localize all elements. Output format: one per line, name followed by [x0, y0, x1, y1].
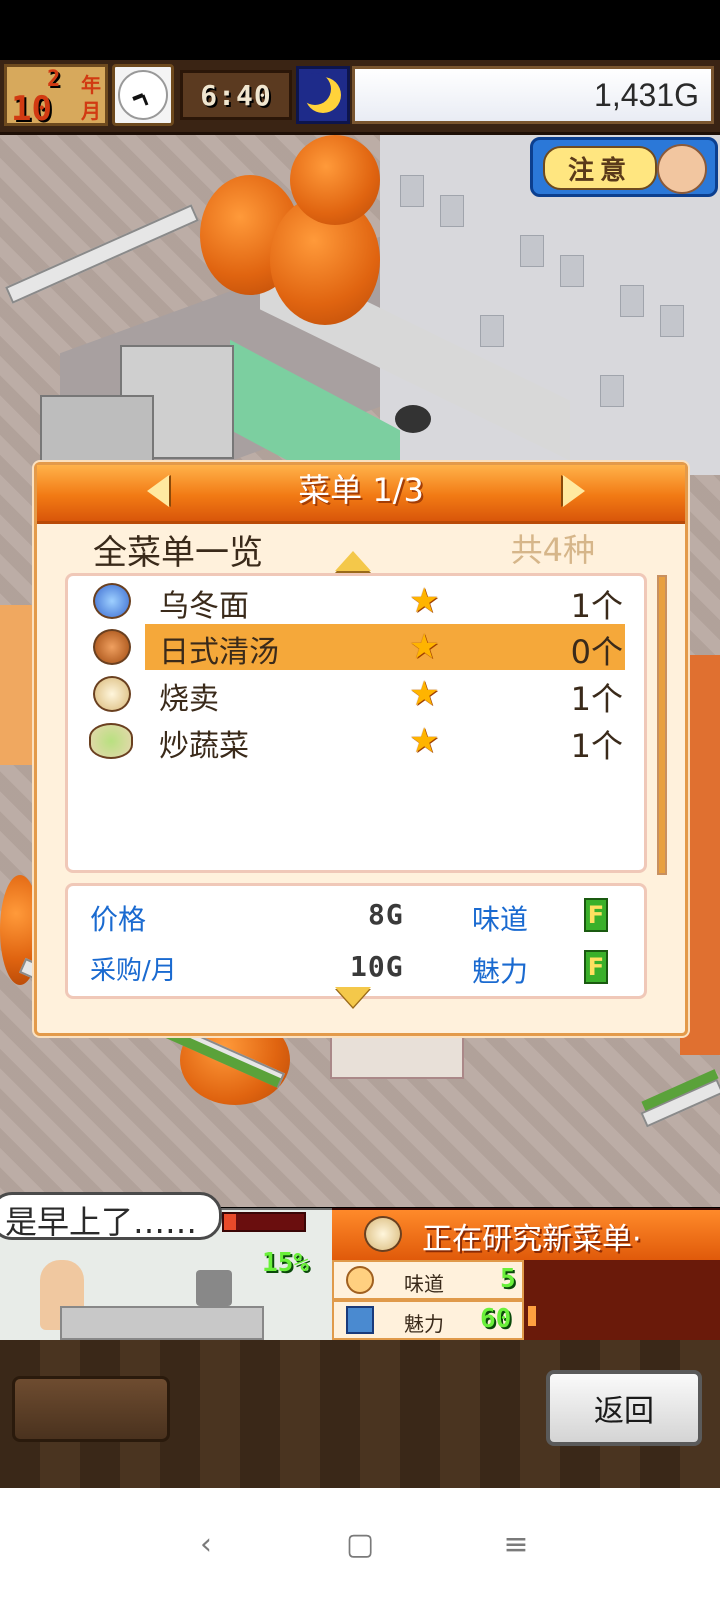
- dialog-header: 菜单 1/3: [37, 465, 685, 524]
- speech-bubble: 是早上了……: [0, 1192, 222, 1241]
- research-progress-percent: 15%: [262, 1248, 309, 1278]
- menu-item-row[interactable]: 乌冬面 ★ 1个: [93, 578, 653, 625]
- month-unit: 月: [81, 99, 101, 123]
- dish-quantity: 0个: [570, 633, 623, 671]
- star-icon: ★: [409, 627, 440, 667]
- charm-icon: [346, 1306, 374, 1334]
- star-icon: ★: [409, 674, 440, 714]
- purchase-value: 10G: [350, 950, 404, 983]
- shumai-icon: [93, 676, 131, 712]
- scrollbar[interactable]: [657, 575, 667, 875]
- charm-stat-label: 魅力: [404, 1312, 444, 1336]
- year-unit: 年: [81, 73, 101, 97]
- dish-name: 烧卖: [159, 682, 219, 717]
- menu-dialog: 菜单 1/3 全菜单一览 共4种 乌冬面 ★ 1个 日式清汤 ★ 0个 烧卖 ★…: [34, 462, 688, 1036]
- clock-icon: [112, 64, 174, 126]
- building-window: [480, 315, 504, 347]
- charm-meter: [528, 1306, 536, 1326]
- building-window: [440, 195, 464, 227]
- money-display: 1,431G: [352, 66, 714, 124]
- back-button[interactable]: 返回: [546, 1370, 702, 1446]
- price-value: 8G: [368, 898, 404, 931]
- dialog-title: 菜单 1/3: [298, 471, 424, 509]
- charm-stat-row: 魅力 60: [332, 1300, 524, 1340]
- speech-text: 是早上了……: [5, 1203, 198, 1241]
- dish-name: 日式清汤: [159, 635, 279, 670]
- soup-icon: [93, 629, 131, 665]
- warning-button[interactable]: 注意: [530, 137, 718, 197]
- charm-grade-badge: F: [584, 950, 608, 984]
- building-window: [520, 235, 544, 267]
- floor-tiles: [0, 605, 34, 765]
- scroll-up-arrow-icon[interactable]: [335, 551, 371, 571]
- system-nav-bar: ‹ ▢ ≡: [0, 1488, 720, 1600]
- price-label: 价格: [90, 903, 147, 936]
- stove-counter: [60, 1306, 264, 1340]
- taste-stat-row: 味道 5: [332, 1260, 524, 1300]
- research-header: 正在研究新菜单·: [332, 1210, 720, 1260]
- charm-stat-value: 60: [480, 1304, 512, 1334]
- dish-name: 乌冬面: [159, 589, 249, 624]
- research-panel: 正在研究新菜单· 味道 5 魅力 60: [332, 1208, 720, 1342]
- fence: [5, 204, 199, 304]
- menu-item-row[interactable]: 烧卖 ★ 1个: [93, 671, 653, 718]
- taste-stat-value: 5: [500, 1264, 516, 1294]
- money-text: 1,431G: [594, 77, 699, 113]
- charm-label: 魅力: [472, 955, 529, 988]
- building-window: [600, 375, 624, 407]
- star-icon: ★: [409, 581, 440, 621]
- moon-icon: [296, 66, 350, 124]
- list-title: 全菜单一览: [93, 533, 263, 573]
- status-bar: [0, 0, 720, 60]
- menu-item-row[interactable]: 炒蔬菜 ★ 1个: [89, 718, 653, 765]
- month-number: 10: [11, 89, 52, 129]
- list-count: 共4种: [510, 531, 595, 569]
- nav-back-icon[interactable]: ‹: [176, 1514, 236, 1574]
- date-display: 2 年 10 月: [4, 64, 108, 129]
- hud-bar: 2 年 10 月 6:40 1,431G: [0, 60, 720, 135]
- time-text: 6:40: [200, 78, 272, 112]
- autumn-tree: [290, 135, 380, 225]
- empty-slot-button[interactable]: [12, 1376, 170, 1442]
- stir-fry-icon: [89, 723, 133, 759]
- dish-info-panel: 价格 8G 味道 F 采购/月 10G 魅力 F: [65, 883, 647, 999]
- shumai-icon: [364, 1216, 402, 1252]
- taste-stat-label: 味道: [404, 1272, 444, 1296]
- building-window: [660, 305, 684, 337]
- building-window: [400, 175, 424, 207]
- next-page-arrow-icon[interactable]: [563, 475, 585, 507]
- nav-home-icon[interactable]: ▢: [330, 1514, 390, 1574]
- dish-quantity: 1个: [570, 680, 623, 718]
- nav-menu-icon[interactable]: ≡: [486, 1514, 546, 1574]
- building-window: [560, 255, 584, 287]
- scrollbar-thumb[interactable]: [659, 577, 665, 873]
- dish-quantity: 1个: [570, 587, 623, 625]
- warning-label: 注意: [543, 146, 657, 190]
- cooking-pot-icon: [196, 1270, 232, 1306]
- menu-item-row-selected[interactable]: 日式清汤 ★ 0个: [93, 624, 653, 671]
- taste-grade-badge: F: [584, 898, 608, 932]
- scroll-down-arrow-icon[interactable]: [335, 987, 371, 1007]
- research-title: 正在研究新菜单·: [422, 1222, 642, 1257]
- dish-name: 炒蔬菜: [159, 729, 249, 764]
- research-progress-bar: [222, 1212, 306, 1232]
- advisor-avatar-icon: [657, 144, 707, 194]
- purchase-label: 采购/月: [90, 956, 177, 986]
- dish-quantity: 1个: [570, 727, 623, 765]
- taste-icon: [346, 1266, 374, 1294]
- taste-label: 味道: [472, 903, 529, 936]
- star-icon: ★: [409, 721, 440, 761]
- pot-icon: [395, 405, 431, 433]
- udon-bowl-icon: [93, 583, 131, 619]
- building-window: [620, 285, 644, 317]
- time-display: 6:40: [180, 70, 292, 120]
